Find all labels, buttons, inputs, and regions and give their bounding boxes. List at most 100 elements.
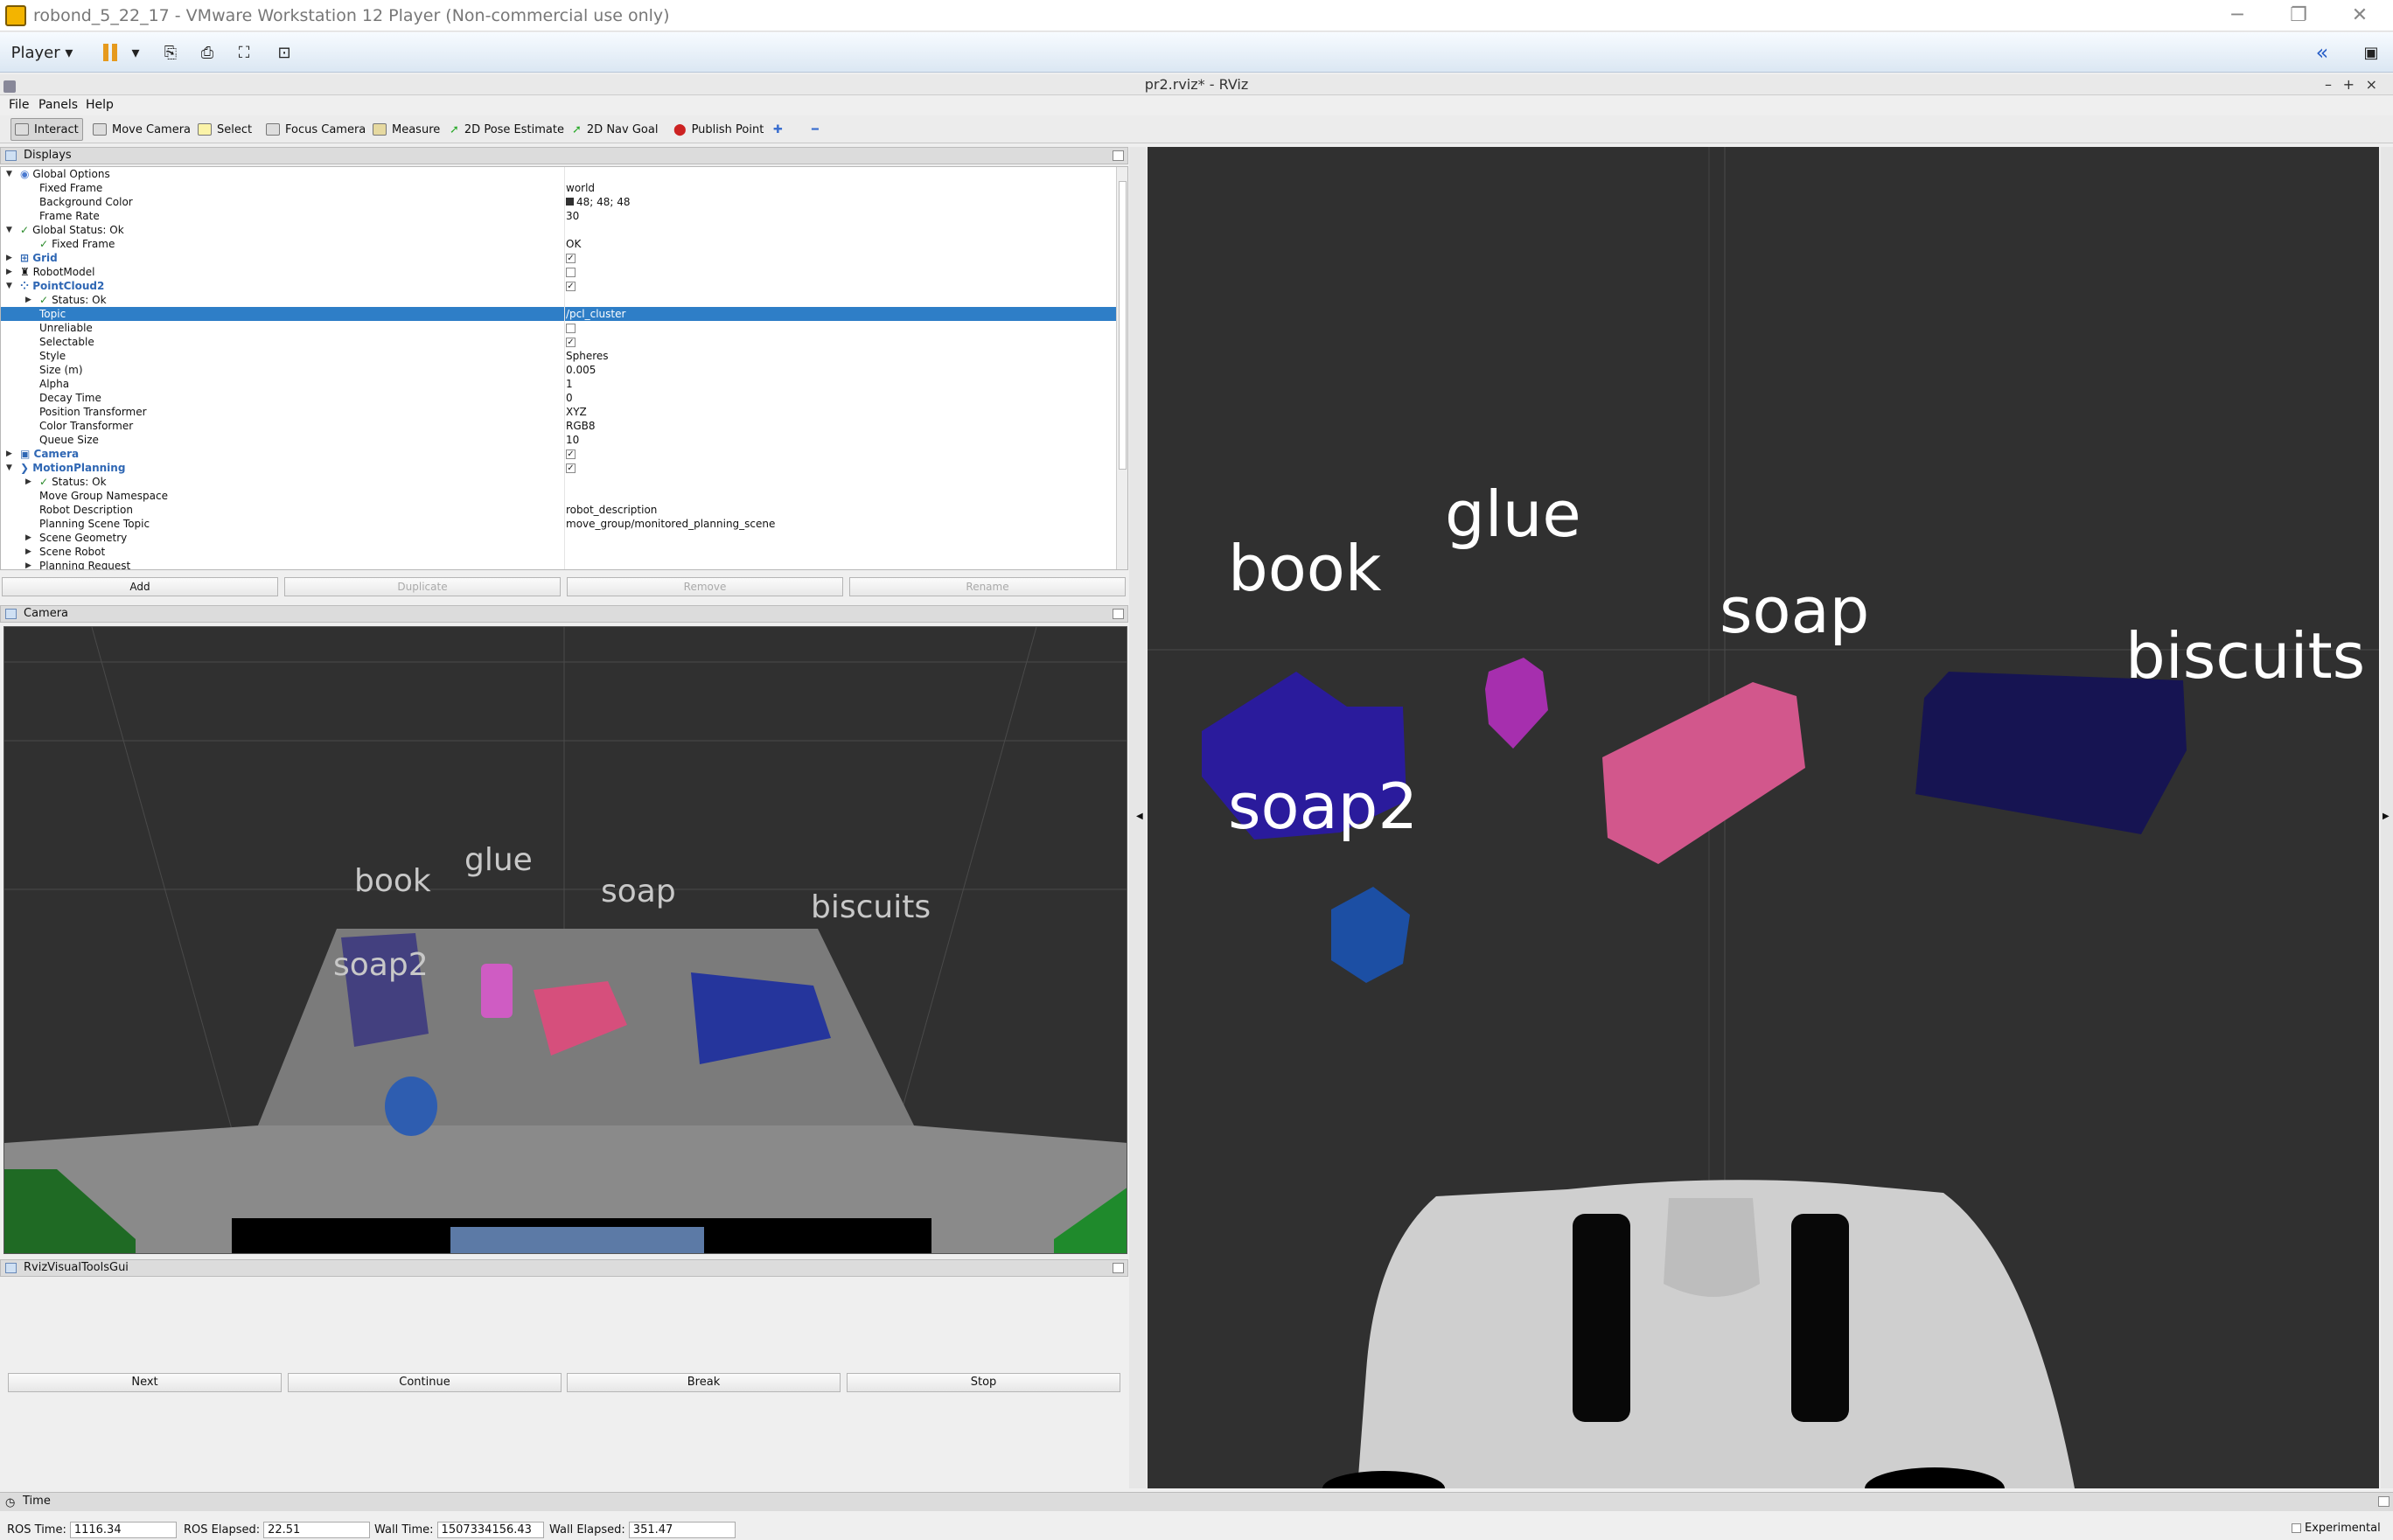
status-ok-icon: ✓ <box>39 294 49 306</box>
collapse-toolbar-icon[interactable]: « <box>2309 39 2335 66</box>
time-float-icon[interactable] <box>2378 1496 2390 1507</box>
add-display-button[interactable]: Add <box>2 577 278 596</box>
rviz-close-icon[interactable]: × <box>2366 74 2377 95</box>
tree-row-unreliable[interactable]: Unreliable <box>1 321 1117 335</box>
rename-display-button[interactable]: Rename <box>849 577 1126 596</box>
tool-interact[interactable]: Interact <box>10 118 83 141</box>
cam-label-soap2: soap2 <box>333 947 429 983</box>
menu-file[interactable]: File <box>9 98 29 112</box>
remove-tool-icon[interactable]: ━ <box>808 118 822 141</box>
tree-row-global-status[interactable]: ▼ ✓ Global Status: Ok <box>1 223 1117 237</box>
fullscreen-icon[interactable]: ⛶ <box>231 39 257 66</box>
tree-row-scene-geometry[interactable]: ▶ Scene Geometry <box>1 531 1117 545</box>
tree-row-selectable[interactable]: Selectable ✓ <box>1 335 1117 349</box>
tree-row-motion-status[interactable]: ▶ ✓ Status: Ok <box>1 475 1117 489</box>
scrollbar-thumb[interactable] <box>1119 181 1127 470</box>
tree-row-position-transformer[interactable]: Position Transformer XYZ <box>1 405 1117 419</box>
tool-select[interactable]: Select <box>194 118 255 141</box>
tree-row-color-transformer[interactable]: Color Transformer RGB8 <box>1 419 1117 433</box>
tool-2d-pose-estimate[interactable]: ➚ 2D Pose Estimate <box>446 118 568 141</box>
rviz-minimize-icon[interactable]: – <box>2325 74 2332 95</box>
tree-row-motion-planning[interactable]: ▼ ❯ MotionPlanning ✓ <box>1 461 1117 475</box>
menu-help[interactable]: Help <box>86 98 114 112</box>
grid-icon: ⊞ <box>20 252 30 264</box>
tree-row-move-group-namespace[interactable]: Move Group Namespace <box>1 489 1117 503</box>
camera-view[interactable]: book glue soap biscuits soap2 <box>3 626 1127 1254</box>
send-ctrl-alt-del-icon[interactable]: ⎘ <box>157 39 184 66</box>
main-3d-view[interactable]: book glue soap biscuits soap2 <box>1148 147 2379 1488</box>
selectable-checkbox[interactable]: ✓ <box>566 338 576 347</box>
tree-row-decay-time[interactable]: Decay Time 0 <box>1 391 1117 405</box>
right-splitter[interactable]: ▶ <box>2381 147 2393 1488</box>
vm-library-icon[interactable]: ▣ <box>2358 39 2384 66</box>
tree-row-fixed-frame[interactable]: Fixed Frame world <box>1 181 1117 195</box>
tree-row-global-options[interactable]: ▼ ◉ Global Options <box>1 167 1117 181</box>
view-splitter[interactable]: ◀ <box>1129 147 1147 1488</box>
ros-time-value[interactable]: 1116.34 <box>69 1522 177 1538</box>
player-menu-button[interactable]: Player ▾ <box>9 39 75 66</box>
break-button[interactable]: Break <box>567 1373 841 1392</box>
unreliable-checkbox[interactable] <box>566 324 576 333</box>
tree-row-frame-rate[interactable]: Frame Rate 30 <box>1 209 1117 223</box>
camera-panel-title: Camera <box>24 607 69 620</box>
camera-panel-icon <box>5 609 17 619</box>
rvt-panel-header: RvizVisualToolsGui <box>0 1259 1128 1277</box>
tree-row-planning-request[interactable]: ▶ Planning Request <box>1 559 1117 569</box>
tool-focus-camera[interactable]: Focus Camera <box>262 118 369 141</box>
tree-row-size[interactable]: Size (m) 0.005 <box>1 363 1117 377</box>
displays-float-icon[interactable] <box>1113 150 1124 161</box>
pause-icon[interactable] <box>98 39 122 66</box>
minimize-icon[interactable]: ─ <box>2211 0 2264 31</box>
removable-devices-icon[interactable]: ⎙ <box>194 39 220 66</box>
ros-elapsed-value[interactable]: 22.51 <box>263 1522 371 1538</box>
tree-row-topic[interactable]: Topic/pcl_cluster <box>1 307 1117 321</box>
add-tool-icon[interactable]: ✚ <box>770 118 786 141</box>
tool-publish-point[interactable]: ⬤ Publish Point <box>670 118 767 141</box>
displays-scrollbar[interactable] <box>1116 167 1127 569</box>
tree-row-fixed-frame-status[interactable]: ✓ Fixed Frame OK <box>1 237 1117 251</box>
tool-2d-nav-goal[interactable]: ➚ 2D Nav Goal <box>569 118 661 141</box>
experimental-checkbox[interactable] <box>2292 1523 2301 1533</box>
tree-row-scene-robot[interactable]: ▶ Scene Robot <box>1 545 1117 559</box>
tool-move-camera[interactable]: Move Camera <box>89 118 194 141</box>
tree-row-pointcloud-status[interactable]: ▶ ✓ Status: Ok <box>1 293 1117 307</box>
tree-row-queue-size[interactable]: Queue Size 10 <box>1 433 1117 447</box>
camera-checkbox[interactable]: ✓ <box>566 449 576 459</box>
tree-row-planning-scene-topic[interactable]: Planning Scene Topic move_group/monitored… <box>1 517 1117 531</box>
duplicate-display-button[interactable]: Duplicate <box>284 577 561 596</box>
continue-button[interactable]: Continue <box>288 1373 562 1392</box>
stop-button[interactable]: Stop <box>847 1373 1120 1392</box>
tree-row-alpha[interactable]: Alpha 1 <box>1 377 1117 391</box>
menu-panels[interactable]: Panels <box>38 98 78 112</box>
pause-dropdown-icon[interactable]: ▾ <box>128 39 143 66</box>
tree-row-style[interactable]: Style Spheres <box>1 349 1117 363</box>
rvt-float-icon[interactable] <box>1113 1263 1124 1273</box>
tree-row-pointcloud2[interactable]: ▼ ⁘ PointCloud2 ✓ <box>1 279 1117 293</box>
remove-display-button[interactable]: Remove <box>567 577 843 596</box>
camera-float-icon[interactable] <box>1113 609 1124 619</box>
publish-point-icon: ⬤ <box>673 122 687 136</box>
collapse-right-icon[interactable]: ▶ <box>2383 812 2390 821</box>
tree-row-robot-description[interactable]: Robot Description robot_description <box>1 503 1117 517</box>
grid-enabled-checkbox[interactable]: ✓ <box>566 254 576 263</box>
experimental-option[interactable]: Experimental <box>2292 1522 2381 1535</box>
collapse-left-icon[interactable]: ◀ <box>1136 812 1143 821</box>
tree-row-camera[interactable]: ▶ ▣ Camera ✓ <box>1 447 1117 461</box>
tree-row-grid[interactable]: ▶ ⊞ Grid ✓ <box>1 251 1117 265</box>
motion-planning-checkbox[interactable]: ✓ <box>566 463 576 473</box>
rviz-maximize-icon[interactable]: + <box>2343 74 2355 95</box>
unity-icon[interactable]: ⊡ <box>271 39 297 66</box>
wall-time-value[interactable]: 1507334156.43 <box>436 1522 544 1538</box>
restore-icon[interactable]: ❐ <box>2272 0 2325 31</box>
tree-row-background-color[interactable]: Background Color 48; 48; 48 <box>1 195 1117 209</box>
next-button[interactable]: Next <box>8 1373 282 1392</box>
robot-model-checkbox[interactable] <box>566 268 576 277</box>
tree-row-robot-model[interactable]: ▶ ♜ RobotModel <box>1 265 1117 279</box>
pointcloud-checkbox[interactable]: ✓ <box>566 282 576 291</box>
cam-label-glue: glue <box>464 842 533 878</box>
tool-measure[interactable]: Measure <box>369 118 443 141</box>
robot-left-slot <box>1573 1214 1630 1422</box>
vmware-toolbar: Player ▾ ▾ ⎘ ⎙ ⛶ ⊡ « ▣ <box>0 32 2393 73</box>
wall-elapsed-value[interactable]: 351.47 <box>628 1522 736 1538</box>
close-icon[interactable]: ✕ <box>2334 0 2386 31</box>
